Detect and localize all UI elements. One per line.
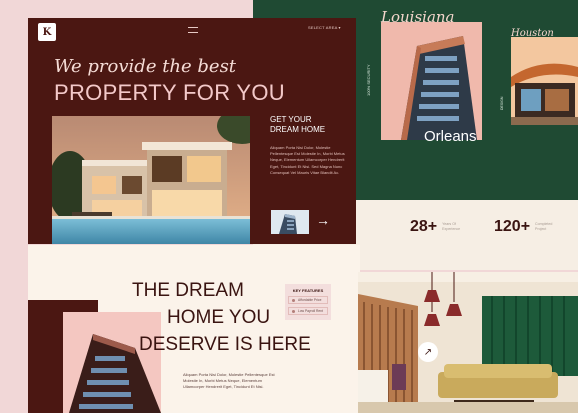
hero-description: Aliquam Porta Nisi Dolor, Molestie Pelle…	[270, 145, 345, 175]
bullet-icon	[292, 298, 295, 302]
feature-label: Low Payroll Rent	[298, 309, 323, 313]
area-select[interactable]: SELECT AREA ▾	[308, 25, 341, 30]
stat-label-line: Experience	[442, 227, 461, 231]
houston-vertical-text: DESIGN	[500, 96, 504, 110]
arrow-right-icon[interactable]: →	[316, 212, 330, 228]
hero-house-image	[52, 116, 250, 244]
stat-value: 120+	[494, 218, 531, 235]
stat-label: Completed Project	[535, 222, 552, 232]
dream-building-image	[63, 312, 161, 413]
brand-logo[interactable]: K	[38, 23, 56, 41]
stat-value: 28+	[410, 218, 438, 235]
hero-title: PROPERTY FOR YOU	[54, 80, 285, 105]
key-features-card: KEY FEATURES Affordable Price Low Payrol…	[285, 284, 331, 320]
arrow-up-right-icon[interactable]: ↗	[418, 342, 438, 362]
cta-title-line: DREAM HOME	[270, 125, 326, 134]
hero-subtitle: We provide the best	[54, 56, 237, 77]
dream-title-line-1: THE DREAM	[132, 280, 244, 301]
stat-label: Years Of Experience	[442, 222, 460, 232]
houston-house-image[interactable]	[511, 37, 578, 125]
cta-title: GET YOUR DREAM HOME	[270, 115, 350, 135]
dream-title-line-2: HOME YOU	[167, 307, 271, 328]
building-thumbnail[interactable]	[271, 210, 309, 234]
louisiana-vertical-text: 100% SECURITY	[366, 64, 371, 96]
cta-title-line: GET YOUR	[270, 115, 312, 124]
feature-item[interactable]: Affordable Price	[288, 296, 328, 304]
interior-image[interactable]	[358, 272, 578, 413]
louisiana-building-image[interactable]	[381, 22, 482, 140]
menu-icon[interactable]	[188, 27, 198, 33]
features-heading: KEY FEATURES	[292, 288, 324, 293]
bullet-icon	[292, 309, 295, 313]
feature-label: Affordable Price	[298, 298, 322, 302]
hero-card: K SELECT AREA ▾ We provide the best PROP…	[28, 18, 356, 244]
dream-title-line-3: DESERVE IS HERE	[139, 334, 311, 355]
stat-label-line: Project	[535, 227, 547, 231]
stat-experience: 28+ Years Of Experience	[410, 218, 460, 236]
dream-description: Aliquam Porta Nisi Dolor, Molestie Pelle…	[183, 372, 275, 389]
stat-projects: 120+ Completed Project	[494, 218, 552, 236]
city-name: Orleans	[424, 128, 477, 145]
feature-item[interactable]: Low Payroll Rent	[288, 307, 328, 315]
